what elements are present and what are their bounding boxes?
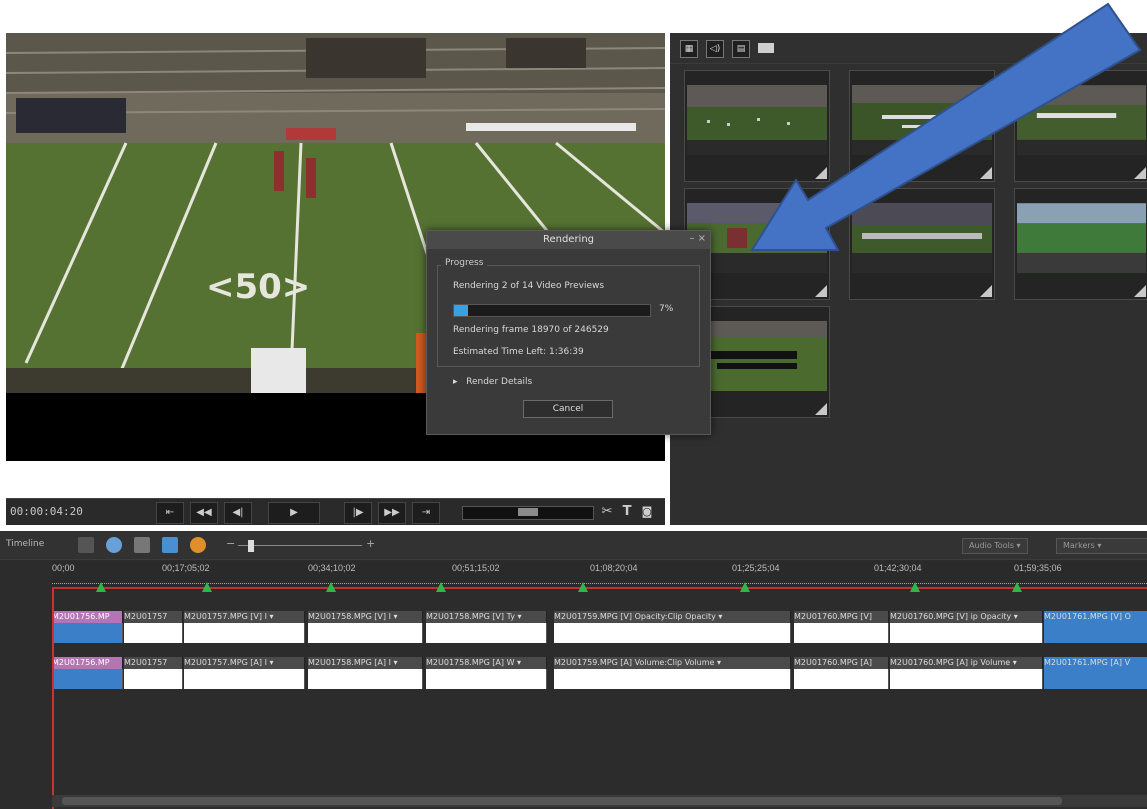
rendering-dialog: Rendering – × Progress Rendering 2 of 14… xyxy=(426,230,711,435)
progress-percent: 7% xyxy=(659,304,674,314)
marker-icon[interactable] xyxy=(578,582,588,592)
ruler-timecode: 00;17;05;02 xyxy=(162,563,210,573)
zoom-slider[interactable] xyxy=(238,545,362,546)
audio-clip-body[interactable] xyxy=(794,669,889,689)
audio-clip-body[interactable] xyxy=(124,669,183,689)
progress-bar xyxy=(453,304,651,317)
video-clip[interactable]: M2U01758.MPG [V] Ty ▾ xyxy=(426,611,547,623)
audio-mixer-icon[interactable] xyxy=(162,537,178,553)
audio-clip-body[interactable] xyxy=(426,669,547,689)
video-clip[interactable]: M2U01757 xyxy=(124,611,183,623)
render-details-toggle[interactable]: ▸ Render Details xyxy=(453,377,532,387)
timeline-tab[interactable]: Timeline xyxy=(6,539,44,549)
audio-clip-body[interactable] xyxy=(890,669,1043,689)
markers-label: Markers xyxy=(1063,541,1095,550)
audio-clip[interactable]: M2U01756.MP xyxy=(52,657,123,669)
zoom-out-icon[interactable]: − xyxy=(226,537,235,550)
marker-icon[interactable] xyxy=(910,582,920,592)
timeline-panel: Timeline − + Audio Tools ▾ Markers ▾ 00;… xyxy=(0,531,1147,809)
video-clip[interactable]: M2U01758.MPG [V] I ▾ xyxy=(308,611,423,623)
audio-clip-body[interactable] xyxy=(184,669,305,689)
markers-dropdown[interactable]: Markers ▾ xyxy=(1056,538,1147,554)
video-clip-body[interactable] xyxy=(124,623,183,643)
ruler-timecode: 00;34;10;02 xyxy=(308,563,356,573)
video-clip-body[interactable] xyxy=(1044,623,1147,643)
audio-clip-body[interactable] xyxy=(1044,669,1147,689)
video-clip[interactable]: M2U01759.MPG [V] Opacity:Clip Opacity ▾ xyxy=(554,611,791,623)
video-track: M2U01756.MP M2U01757 M2U01757.MPG [V] I … xyxy=(52,611,1147,643)
dialog-title: Rendering xyxy=(427,231,710,249)
audio-tools-dropdown[interactable]: Audio Tools ▾ xyxy=(962,538,1028,554)
audio-clip-body[interactable] xyxy=(308,669,423,689)
close-icon[interactable]: – × xyxy=(689,233,706,244)
video-clip-body[interactable] xyxy=(554,623,791,643)
progress-group-label: Progress xyxy=(441,258,488,268)
playhead[interactable] xyxy=(52,589,54,809)
audio-clip-body[interactable] xyxy=(52,669,123,689)
audio-clip[interactable]: M2U01761.MPG [A] V xyxy=(1044,657,1147,669)
marker-icon[interactable] xyxy=(96,582,106,592)
selection-tool-icon[interactable] xyxy=(78,537,94,553)
audio-clip[interactable]: M2U01759.MPG [A] Volume:Clip Volume ▾ xyxy=(554,657,791,669)
audio-clip[interactable]: M2U01758.MPG [A] W ▾ xyxy=(426,657,547,669)
ruler-ticks xyxy=(52,583,1147,586)
timeline-scrollbar-thumb[interactable] xyxy=(62,797,1062,805)
audio-clip[interactable]: M2U01757.MPG [A] I ▾ xyxy=(184,657,305,669)
marker-icon[interactable] xyxy=(202,582,212,592)
ruler-timecode: 01;42;30;04 xyxy=(874,563,922,573)
marker-icon[interactable] xyxy=(436,582,446,592)
marker-icon[interactable] xyxy=(740,582,750,592)
marker-icon[interactable] xyxy=(1012,582,1022,592)
marker-icon[interactable] xyxy=(326,582,336,592)
video-clip-body[interactable] xyxy=(308,623,423,643)
video-clip-body[interactable] xyxy=(794,623,889,643)
video-clip[interactable]: M2U01760.MPG [V] xyxy=(794,611,889,623)
audio-clip[interactable]: M2U01757 xyxy=(124,657,183,669)
render-status-bar xyxy=(52,587,1147,589)
timeline-scrollbar[interactable] xyxy=(52,795,1147,807)
zoom-in-icon[interactable]: + xyxy=(366,537,375,550)
properties-icon[interactable] xyxy=(134,537,150,553)
time-left: Estimated Time Left: 1:36:39 xyxy=(453,347,584,357)
ruler-timecode: 00;00 xyxy=(52,563,75,573)
render-status: Rendering 2 of 14 Video Previews xyxy=(453,281,605,291)
render-details-label: Render Details xyxy=(466,377,533,387)
audio-tools-label: Audio Tools xyxy=(969,541,1014,550)
ruler-timecode: 01;59;35;06 xyxy=(1014,563,1062,573)
timeline-toolbar: Timeline − + Audio Tools ▾ Markers ▾ xyxy=(0,531,1147,560)
video-clip[interactable]: M2U01756.MP xyxy=(52,611,123,623)
video-clip-body[interactable] xyxy=(426,623,547,643)
ruler-timecode: 01;08;20;04 xyxy=(590,563,638,573)
video-clip[interactable]: M2U01761.MPG [V] O xyxy=(1044,611,1147,623)
audio-clip[interactable]: M2U01760.MPG [A] xyxy=(794,657,889,669)
audio-clip[interactable]: M2U01758.MPG [A] I ▾ xyxy=(308,657,423,669)
video-clip[interactable]: M2U01757.MPG [V] I ▾ xyxy=(184,611,305,623)
zoom-slider-knob[interactable] xyxy=(248,540,254,552)
video-clip[interactable]: M2U01760.MPG [V] ip Opacity ▾ xyxy=(890,611,1043,623)
smart-fix-icon[interactable] xyxy=(106,537,122,553)
video-clip-body[interactable] xyxy=(184,623,305,643)
video-clip-body[interactable] xyxy=(890,623,1043,643)
ruler-timecode: 00;51;15;02 xyxy=(452,563,500,573)
marker-icon[interactable] xyxy=(190,537,206,553)
cancel-button[interactable]: Cancel xyxy=(523,400,613,418)
video-clip-body[interactable] xyxy=(52,623,123,643)
audio-track: M2U01756.MP M2U01757 M2U01757.MPG [A] I … xyxy=(52,657,1147,689)
audio-clip-body[interactable] xyxy=(554,669,791,689)
frame-count: Rendering frame 18970 of 246529 xyxy=(453,325,609,335)
progress-bar-fill xyxy=(454,305,468,316)
time-ruler[interactable]: 00;00 00;17;05;02 00;34;10;02 00;51;15;0… xyxy=(52,561,1147,592)
audio-clip[interactable]: M2U01760.MPG [A] ip Volume ▾ xyxy=(890,657,1043,669)
ruler-timecode: 01;25;25;04 xyxy=(732,563,780,573)
